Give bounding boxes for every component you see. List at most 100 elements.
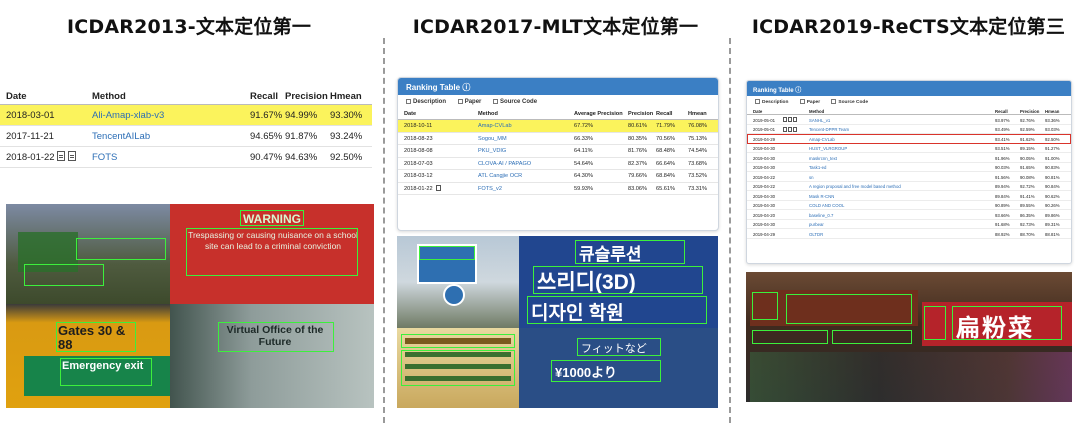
method-link[interactable]: COLD AND COOL: [809, 203, 844, 208]
row-date: 2019-04-30: [753, 155, 775, 161]
divider: [729, 38, 731, 423]
detection-box: [752, 292, 778, 320]
row-average-precision: 64.30%: [574, 173, 593, 179]
photo-storefront: 扁粉菜: [746, 272, 1072, 402]
method-link[interactable]: Amap-CVLab: [478, 123, 512, 129]
row-hmean: 92.50%: [330, 152, 363, 163]
description-icon[interactable]: [783, 126, 787, 132]
table-row: 2019-05-01 SANHL_v1 93.97% 92.76% 93.36%: [747, 115, 1071, 125]
row-recall: 90.03%: [995, 165, 1010, 170]
row-date: 2018-03-01: [6, 110, 55, 121]
source-code-icon[interactable]: [793, 117, 797, 122]
panel-icdar2017: ICDAR2017-MLT文本定位第一 Ranking Table ⓘ Desc…: [388, 0, 723, 423]
col-precision: Precision: [285, 91, 328, 102]
method-link[interactable]: HUST_VLRGROUP: [809, 146, 847, 151]
legend-paper[interactable]: Paper: [457, 99, 481, 105]
row-precision: 89.55%: [1020, 203, 1035, 208]
row-hmean: 74.54%: [688, 148, 707, 154]
method-link[interactable]: A region proposal and free model based m…: [809, 184, 901, 189]
method-link[interactable]: Ali-Amap-xlab-v3: [92, 110, 164, 121]
photo-warning-sign: WARNING Trespassing or causing nuisance …: [170, 204, 374, 304]
detection-box: [575, 240, 685, 264]
description-icon[interactable]: [783, 117, 787, 122]
table-row: 2019-04-30 COLD AND COOL 90.89% 89.55% 90.26…: [747, 201, 1071, 210]
checkbox-icon: [406, 99, 411, 104]
method-link[interactable]: FOTS: [92, 152, 117, 163]
method-link[interactable]: ATL Cangjie OCR: [478, 173, 522, 179]
ranking-table-header: Ranking Table ⓘ: [398, 78, 718, 95]
paper-icon[interactable]: [788, 117, 792, 122]
row-date: 2018-10-11: [404, 123, 433, 129]
row-precision: 92.73%: [1020, 222, 1035, 227]
col-recall: Recall: [656, 111, 673, 117]
panel-title: ICDAR2017-MLT文本定位第一: [412, 16, 699, 38]
table-row: 2019-05-01 Tencent-DPPR Team 93.49% 92.59% 9…: [747, 125, 1071, 134]
row-recall: 68.84%: [656, 173, 675, 179]
panel-icdar2019: ICDAR2019-ReCTS文本定位第三 Ranking Table ⓘ De…: [737, 0, 1080, 423]
method-link[interactable]: maskrcnn_text: [809, 156, 837, 161]
row-recall: 90.89%: [995, 203, 1010, 208]
row-precision: 90.08%: [1020, 174, 1035, 180]
paper-icon[interactable]: [68, 151, 76, 161]
col-hmean: Hmean: [1045, 108, 1060, 114]
info-icon[interactable]: ⓘ: [795, 88, 801, 94]
detection-box: [401, 350, 515, 386]
col-hmean: Hmean: [330, 91, 362, 102]
row-date: 2018-01-22: [6, 152, 55, 163]
checkbox-icon: [799, 99, 805, 104]
row-hmean: 93.24%: [330, 131, 363, 142]
row-date: 2018-08-23: [404, 135, 433, 142]
description-icon[interactable]: [436, 184, 441, 191]
row-recall: 89.84%: [995, 193, 1010, 199]
row-precision: 91.87%: [285, 131, 318, 142]
col-method: Method: [92, 91, 126, 102]
method-link[interactable]: sn: [809, 175, 814, 180]
row-recall: 91.96%: [995, 155, 1010, 161]
method-link[interactable]: baseline_0.7: [809, 213, 833, 218]
method-link[interactable]: Task1-ed: [809, 165, 826, 170]
row-hmean: 90.83%: [1045, 165, 1060, 170]
method-link[interactable]: TencentAILab: [92, 131, 150, 142]
description-icon[interactable]: [57, 151, 65, 161]
panel-title: ICDAR2013-文本定位第一: [66, 16, 312, 38]
method-link[interactable]: Tencent-DPPR Team: [809, 127, 849, 132]
detection-box: [786, 294, 912, 324]
table-row: 2018-08-23 Sogou_MM 66.33% 80.35% 70.56% 75.1…: [398, 133, 718, 145]
row-icons: [436, 184, 442, 193]
method-link[interactable]: purbear: [809, 222, 824, 227]
row-average-precision: 59.93%: [574, 185, 593, 192]
row-hmean: 73.68%: [688, 160, 707, 167]
legend-description[interactable]: Description: [755, 99, 788, 105]
method-link[interactable]: Amap-CVLab: [809, 137, 835, 142]
col-method: Method: [809, 108, 825, 114]
info-icon[interactable]: ⓘ: [462, 83, 470, 92]
legend-paper[interactable]: Paper: [799, 99, 820, 105]
method-link[interactable]: PKU_VDIG: [478, 148, 506, 154]
legend-source-code[interactable]: Source Code: [831, 99, 868, 105]
legend-source-code[interactable]: Source Code: [493, 99, 537, 105]
table-row: 2019-04-30 maskrcnn_text 91.96% 90.05% 91.00…: [747, 153, 1071, 163]
row-recall: 93.51%: [995, 146, 1010, 151]
method-link[interactable]: Sogou_MM: [478, 136, 507, 142]
row-precision: 92.76%: [1020, 117, 1035, 123]
row-date: 2019-04-30: [753, 146, 775, 151]
results-table: Date Method Recall Precision Hmean 2018-…: [0, 86, 372, 168]
paper-icon[interactable]: [788, 126, 792, 132]
row-precision: 92.72%: [1020, 184, 1035, 189]
row-recall: 91.68%: [995, 222, 1010, 227]
method-link[interactable]: CLOVA-AI / PAPAGO: [478, 161, 531, 167]
row-hmean: 76.08%: [688, 123, 707, 129]
row-precision: 94.99%: [285, 110, 318, 121]
row-hmean: 73.52%: [688, 173, 707, 179]
source-code-icon[interactable]: [793, 126, 797, 132]
row-recall: 93.41%: [995, 136, 1010, 142]
method-link[interactable]: OLTDR: [809, 232, 823, 237]
method-link[interactable]: SANHL_v1: [809, 118, 830, 123]
row-hmean: 93.36%: [1045, 117, 1060, 123]
legend-description[interactable]: Description: [406, 99, 446, 105]
method-link[interactable]: Mask R-CNN: [809, 194, 834, 199]
row-date: 2017-11-21: [6, 131, 54, 142]
row-average-precision: 54.64%: [574, 160, 593, 167]
method-link[interactable]: FOTS_v2: [478, 186, 502, 192]
table-row: 2019-04-22 sn 91.56% 90.08% 90.81%: [747, 172, 1071, 182]
